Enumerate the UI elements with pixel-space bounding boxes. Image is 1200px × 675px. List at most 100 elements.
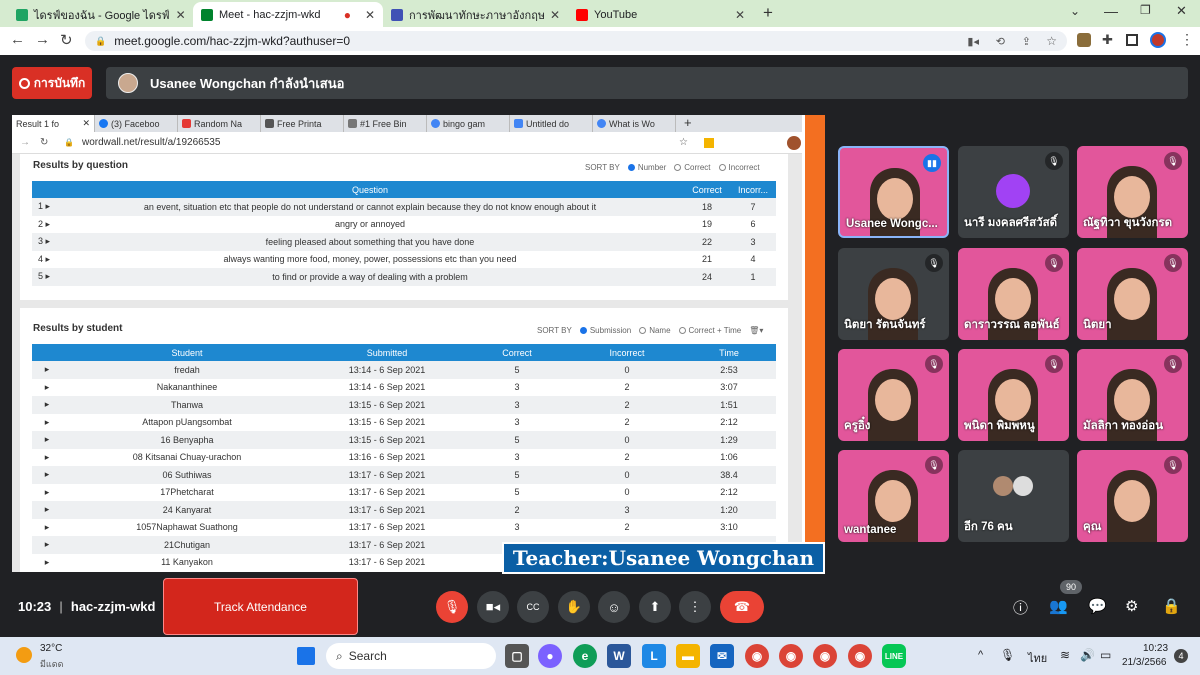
present-icon[interactable]: ⬆ — [639, 591, 671, 623]
raise-hand-icon[interactable]: ✋ — [558, 591, 590, 623]
inner-tab[interactable]: Untitled do — [510, 115, 593, 132]
people-icon[interactable]: 👥 — [1049, 597, 1068, 615]
expand-icon[interactable]: ▸ — [32, 553, 62, 571]
participant-tile[interactable]: อีก 76 คน — [958, 450, 1069, 542]
participant-tile[interactable]: นิตยา 🎙 — [1077, 248, 1188, 340]
windows-start-icon[interactable] — [297, 647, 315, 665]
student-row[interactable]: ▸ Attapon pUangsombat 13:15 - 6 Sep 2021 3 2… — [32, 413, 776, 431]
expand-icon[interactable]: ▸ — [32, 536, 62, 554]
student-row[interactable]: ▸ 06 Suthiwas 13:17 - 6 Sep 2021 5 0 38.4 — [32, 466, 776, 484]
expand-icon[interactable]: ▸ — [32, 448, 62, 466]
expand-icon[interactable]: ▸ — [32, 396, 62, 414]
more-options-icon[interactable]: ⋮ — [679, 591, 711, 623]
expand-icon[interactable]: ▸ — [32, 501, 62, 519]
reload-icon[interactable]: ↻ — [60, 31, 73, 49]
inner-tab[interactable]: What is Wo — [593, 115, 676, 132]
participant-tile[interactable]: ครูอิ๋ง 🎙 — [838, 349, 949, 441]
info-icon[interactable]: ⓘ — [1013, 597, 1028, 618]
l-app-icon[interactable]: L — [642, 644, 666, 668]
student-row[interactable]: ▸ fredah 13:14 - 6 Sep 2021 5 0 2:53 — [32, 361, 776, 379]
expand-icon[interactable]: ▸ — [32, 431, 62, 449]
inner-tab[interactable]: Result 1 fo ✕ — [12, 115, 95, 132]
close-tab-icon[interactable]: ✕ — [176, 8, 186, 22]
back-icon[interactable]: ← — [10, 31, 25, 48]
captions-icon[interactable]: CC — [517, 591, 549, 623]
taskbar-search[interactable]: ⌕ Search — [326, 643, 496, 669]
participant-tile[interactable]: มัลลิกา ทองอ่อน 🎙 — [1077, 349, 1188, 441]
inner-profile-avatar[interactable] — [787, 135, 801, 150]
battery-icon[interactable]: ▭ — [1100, 648, 1111, 662]
recording-button[interactable]: การบันทึก — [12, 67, 92, 99]
extension-icon[interactable] — [1077, 33, 1091, 47]
language-indicator[interactable]: ไทย — [1028, 649, 1047, 667]
participant-tile[interactable]: wantanee 🎙 — [838, 450, 949, 542]
puzzle-icon[interactable]: ✚ — [1102, 32, 1113, 48]
participant-tile[interactable]: คุณ 🎙 — [1077, 450, 1188, 542]
task-view-icon[interactable]: ▢ — [505, 644, 529, 668]
expand-icon[interactable]: ▸ — [32, 413, 62, 431]
close-tab-icon[interactable]: ✕ — [735, 8, 745, 22]
camera-icon[interactable]: ▮◂ — [967, 35, 979, 48]
new-tab-icon[interactable]: + — [763, 3, 773, 23]
leave-call-icon[interactable]: ☎ — [720, 591, 764, 623]
student-row[interactable]: ▸ 24 Kanyarat 13:17 - 6 Sep 2021 2 3 1:20 — [32, 501, 776, 519]
participant-tile[interactable]: ณัฐทิวา ขุนวังกรด 🎙 — [1077, 146, 1188, 238]
expand-icon[interactable]: ▸ — [32, 361, 62, 379]
expand-icon[interactable]: ▸ — [32, 466, 62, 484]
student-row[interactable]: ▸ 1057Naphawat Suathong 13:17 - 6 Sep 2021… — [32, 518, 776, 536]
inner-tab[interactable]: #1 Free Bin — [344, 115, 427, 132]
address-bar[interactable]: 🔒 meet.google.com/hac-zzjm-wkd?authuser=… — [85, 31, 1067, 51]
camera-icon[interactable]: ■◂ — [477, 591, 509, 623]
inner-tab[interactable]: Random Na — [178, 115, 261, 132]
bookmark-star-icon[interactable]: ☆ — [1046, 34, 1057, 48]
edge-icon[interactable]: e — [573, 644, 597, 668]
mail-icon[interactable]: ✉ — [710, 644, 734, 668]
question-row[interactable]: 2 ▸ angry or annoyed 19 6 — [32, 215, 776, 233]
close-tab-icon[interactable]: ✕ — [365, 8, 375, 22]
student-row[interactable]: ▸ 16 Benyapha 13:15 - 6 Sep 2021 5 0 1:29 — [32, 431, 776, 449]
chrome-icon[interactable]: ◉ — [848, 644, 872, 668]
question-row[interactable]: 1 ▸ an event, situation etc that people d… — [32, 198, 776, 216]
maximize-icon[interactable]: ❐ — [1140, 3, 1151, 17]
wifi-icon[interactable]: ≋ — [1060, 648, 1070, 662]
participant-tile[interactable]: Usanee Wongc... ▮▮ — [838, 146, 949, 238]
student-row[interactable]: ▸ 08 Kitsanai Chuay-urachon 13:16 - 6 Sep … — [32, 448, 776, 466]
chrome-icon[interactable]: ◉ — [745, 644, 769, 668]
inner-star-icon[interactable]: ☆ — [679, 137, 688, 148]
participant-tile[interactable]: นารี มงคลศรีสวัสดิ์ 🎙 — [958, 146, 1069, 238]
inner-reload-icon[interactable]: ↻ — [40, 137, 48, 148]
chrome-icon[interactable]: ◉ — [813, 644, 837, 668]
emoji-icon[interactable]: ☺ — [598, 591, 630, 623]
line-app-icon[interactable]: LINE — [882, 644, 906, 668]
share-icon[interactable]: ⇪ — [1022, 35, 1031, 48]
inner-extension-icon[interactable] — [704, 137, 714, 148]
participant-tile[interactable]: พนิดา พิมพหนู 🎙 — [958, 349, 1069, 441]
volume-icon[interactable]: 🔊 — [1080, 648, 1095, 662]
browser-tab[interactable]: ไดรฟ์ของฉัน - Google ไดรฟ์ ✕ — [8, 2, 193, 27]
inner-forward-icon[interactable]: → — [20, 137, 30, 148]
browser-tab[interactable]: การพัฒนาทักษะภาษาอังกฤษ English ✕ — [383, 2, 568, 27]
close-window-icon[interactable]: ✕ — [1176, 3, 1187, 19]
tray-chevron-icon[interactable]: ^ — [978, 649, 983, 661]
sidepanel-icon[interactable] — [1126, 34, 1138, 46]
mic-tray-icon[interactable]: 🎙 — [1000, 648, 1015, 662]
activities-icon[interactable]: ⚙ — [1125, 597, 1138, 615]
browser-tab-active[interactable]: Meet - hac-zzjm-wkd ● ✕ — [193, 2, 383, 27]
mic-off-icon[interactable]: 🎙 — [436, 591, 468, 623]
student-row[interactable]: ▸ Nakananthinee 13:14 - 6 Sep 2021 3 2 3:07 — [32, 378, 776, 396]
student-row[interactable]: ▸ Thanwa 13:15 - 6 Sep 2021 3 2 1:51 — [32, 396, 776, 414]
profile-avatar[interactable] — [1150, 32, 1166, 48]
browser-tab[interactable]: YouTube ✕ — [568, 2, 753, 27]
word-icon[interactable]: W — [607, 644, 631, 668]
translate-icon[interactable]: ⟲ — [996, 35, 1005, 48]
inner-tab[interactable]: (3) Faceboo — [95, 115, 178, 132]
notification-badge[interactable]: 4 — [1174, 649, 1188, 663]
menu-icon[interactable]: ⋮ — [1180, 31, 1194, 48]
inner-new-tab-icon[interactable]: + — [676, 115, 700, 132]
question-row[interactable]: 5 ▸ to find or provide a way of dealing w… — [32, 268, 776, 286]
inner-tab[interactable]: bingo gam — [427, 115, 510, 132]
delete-icon[interactable]: 🗑▾ — [749, 326, 763, 335]
chat-icon[interactable]: 💬 — [1088, 597, 1107, 615]
participant-tile[interactable]: ดาราวรรณ ลอพันธ์ 🎙 — [958, 248, 1069, 340]
forward-icon[interactable]: → — [35, 31, 50, 48]
